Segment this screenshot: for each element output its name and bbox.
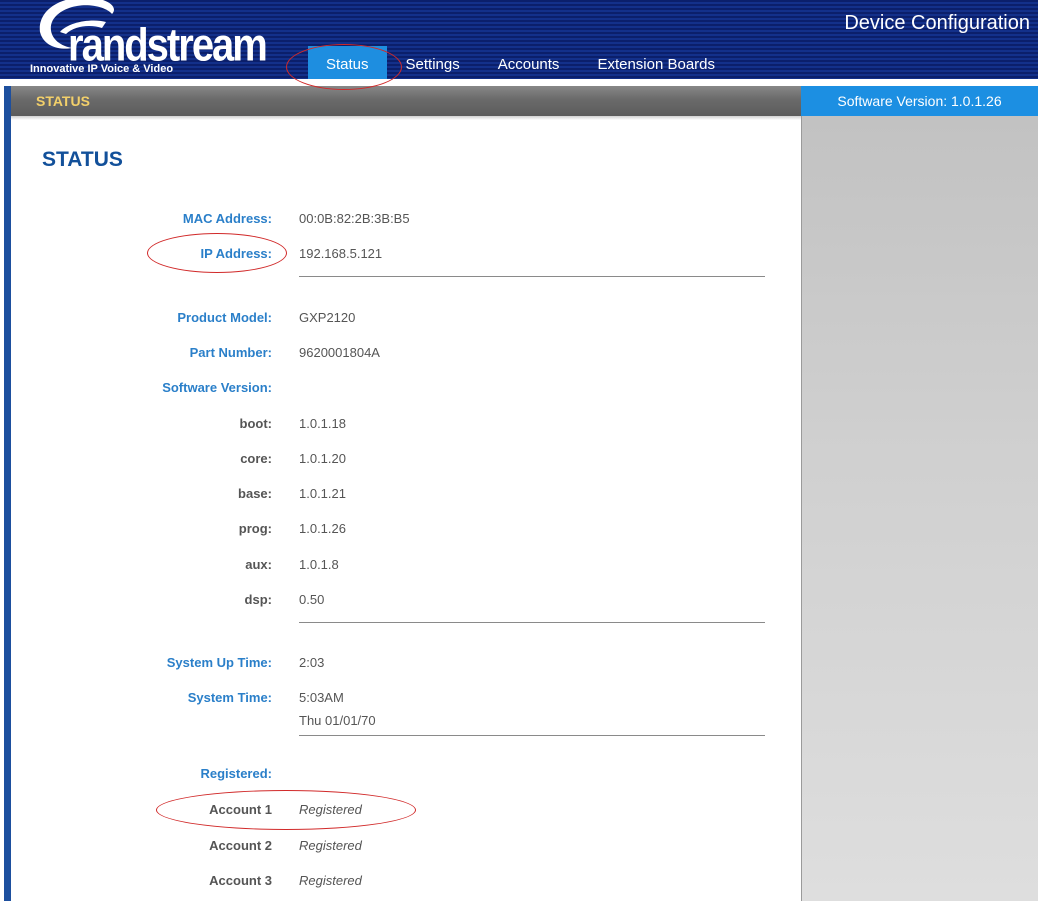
prog-value: 1.0.1.26 — [299, 521, 346, 536]
boot-value: 1.0.1.18 — [299, 416, 346, 431]
content-top-shadow — [11, 116, 801, 120]
app-window: randstream Innovative IP Voice & Video D… — [0, 0, 1038, 901]
registered-label: Registered: — [200, 766, 272, 781]
system-time-label: System Time: — [187, 690, 272, 705]
header-bar: randstream Innovative IP Voice & Video D… — [0, 0, 1038, 79]
page-title: STATUS — [42, 148, 123, 171]
mac-address-value: 00:0B:82:2B:3B:B5 — [299, 211, 410, 226]
account-1-label: Account 1 — [209, 802, 272, 817]
product-model-value: GXP2120 — [299, 310, 356, 325]
product-model-label: Product Model: — [177, 310, 272, 325]
account-3-label: Account 3 — [209, 873, 272, 888]
account-1-status: Registered — [299, 802, 362, 817]
account-3-status: Registered — [299, 873, 362, 888]
account-2-status: Registered — [299, 838, 362, 853]
divider — [299, 276, 765, 277]
system-time-value: 5:03AM — [299, 690, 344, 705]
aux-label: aux: — [245, 557, 272, 572]
base-label: base: — [238, 486, 272, 501]
base-value: 1.0.1.21 — [299, 486, 346, 501]
aux-value: 1.0.1.8 — [299, 557, 339, 572]
boot-label: boot: — [239, 416, 272, 431]
device-configuration-title: Device Configuration — [844, 12, 1030, 34]
software-version-badge: Software Version: 1.0.1.26 — [801, 86, 1038, 116]
divider — [299, 735, 765, 736]
logo-tagline: Innovative IP Voice & Video — [30, 63, 174, 75]
part-number-value: 9620001804A — [299, 345, 380, 360]
main-nav: Status Settings Accounts Extension Board… — [308, 46, 734, 79]
system-up-time-value: 2:03 — [299, 655, 325, 670]
tab-settings[interactable]: Settings — [387, 46, 479, 79]
grandstream-logo[interactable]: randstream Innovative IP Voice & Video — [12, 0, 272, 79]
prog-label: prog: — [238, 521, 272, 536]
system-up-time-label: System Up Time: — [166, 655, 272, 670]
part-number-label: Part Number: — [189, 345, 272, 360]
core-label: core: — [240, 451, 272, 466]
account-2-label: Account 2 — [209, 838, 272, 853]
system-date-value: Thu 01/01/70 — [299, 713, 376, 728]
tab-accounts[interactable]: Accounts — [479, 46, 579, 79]
section-label: STATUS — [36, 93, 90, 109]
mac-address-label: MAC Address: — [182, 211, 272, 226]
annotation-circle-account-1 — [156, 790, 416, 830]
tab-extension-boards[interactable]: Extension Boards — [578, 46, 734, 79]
core-value: 1.0.1.20 — [299, 451, 346, 466]
ip-address-label: IP Address: — [200, 246, 272, 261]
right-side-panel — [801, 116, 1038, 901]
tab-status[interactable]: Status — [308, 46, 387, 79]
left-accent-bar — [4, 86, 11, 901]
section-bar — [10, 86, 801, 116]
software-version-label: Software Version: — [162, 380, 272, 395]
ip-address-value: 192.168.5.121 — [299, 246, 383, 261]
dsp-value: 0.50 — [299, 592, 325, 607]
dsp-label: dsp: — [244, 592, 272, 607]
divider — [299, 622, 765, 623]
